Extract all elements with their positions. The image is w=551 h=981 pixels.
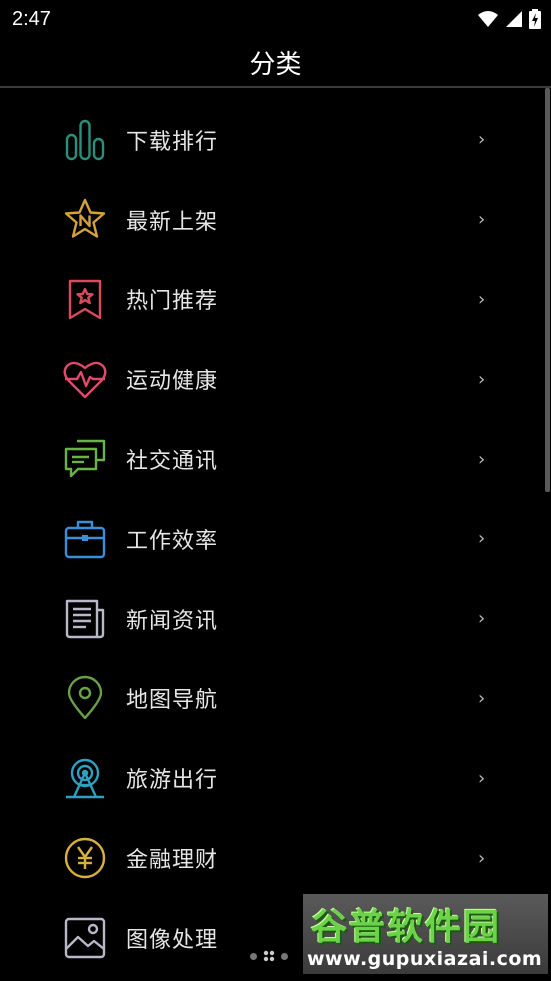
category-item-social[interactable]: 社交通讯 › [0,419,551,499]
heartbeat-icon [63,362,107,399]
category-label: 工作效率 [126,528,219,554]
briefcase-icon [64,520,106,559]
new-star-icon [64,198,106,238]
category-item-sports-health[interactable]: 运动健康 › [0,339,551,419]
page-dot [250,952,257,960]
chevron-right-icon: › [478,288,486,310]
category-item-download-rank[interactable]: 下载排行 › [0,100,551,180]
category-item-finance[interactable]: 金融理财 › [0,818,551,898]
category-item-hot-picks[interactable]: 热门推荐 › [0,260,551,340]
status-bar: 2:47 [0,0,551,38]
category-label: 图像处理 [126,927,219,953]
signal-icon [506,11,522,27]
watermark-url: www.gupuxiazai.com [307,948,543,970]
ferris-wheel-icon [66,759,104,799]
chevron-right-icon: › [478,528,486,550]
category-list: 下载排行 › 最新上架 › 热门推荐 › 运动健康 › 社交通讯 › 工作效率 … [0,100,551,978]
category-label: 新闻资讯 [126,608,219,634]
status-icons [477,9,541,29]
status-time: 2:47 [12,7,51,30]
map-pin-icon [67,676,103,720]
bar-chart-icon [65,119,105,161]
page-title: 分类 [249,49,302,80]
chevron-right-icon: › [478,687,486,709]
category-item-new-arrivals[interactable]: 最新上架 › [0,180,551,260]
chevron-right-icon: › [478,368,486,390]
chat-bubbles-icon [64,439,106,478]
page-indicator [250,950,288,962]
chevron-right-icon: › [478,209,486,231]
bookmark-star-icon [68,280,102,320]
header-divider [0,86,551,88]
category-label: 旅游出行 [126,768,219,794]
battery-charging-icon [529,9,541,29]
category-item-map-navigation[interactable]: 地图导航 › [0,659,551,739]
category-label: 金融理财 [126,848,219,874]
page-dot [281,952,288,960]
chevron-right-icon: › [478,847,486,869]
watermark-title: 谷普软件园 [311,907,502,948]
watermark: 谷普软件园 www.gupuxiazai.com [303,894,548,974]
category-label: 社交通讯 [126,449,219,475]
chevron-right-icon: › [478,767,486,789]
category-item-travel[interactable]: 旅游出行 › [0,738,551,818]
category-label: 最新上架 [126,209,219,235]
apps-grid-icon [263,950,275,962]
chevron-right-icon: › [478,608,486,630]
scrollbar[interactable] [545,88,550,492]
chevron-right-icon: › [478,129,486,151]
category-label: 下载排行 [126,129,219,155]
category-label: 热门推荐 [126,289,219,315]
yen-coin-icon [64,837,106,879]
newspaper-icon [65,599,105,638]
category-item-productivity[interactable]: 工作效率 › [0,499,551,579]
category-label: 运动健康 [126,369,219,395]
title-bar: 分类 [0,38,551,86]
image-icon [64,917,106,959]
chevron-right-icon: › [478,448,486,470]
category-item-news[interactable]: 新闻资讯 › [0,579,551,659]
wifi-icon [478,11,498,27]
category-label: 地图导航 [126,688,219,714]
